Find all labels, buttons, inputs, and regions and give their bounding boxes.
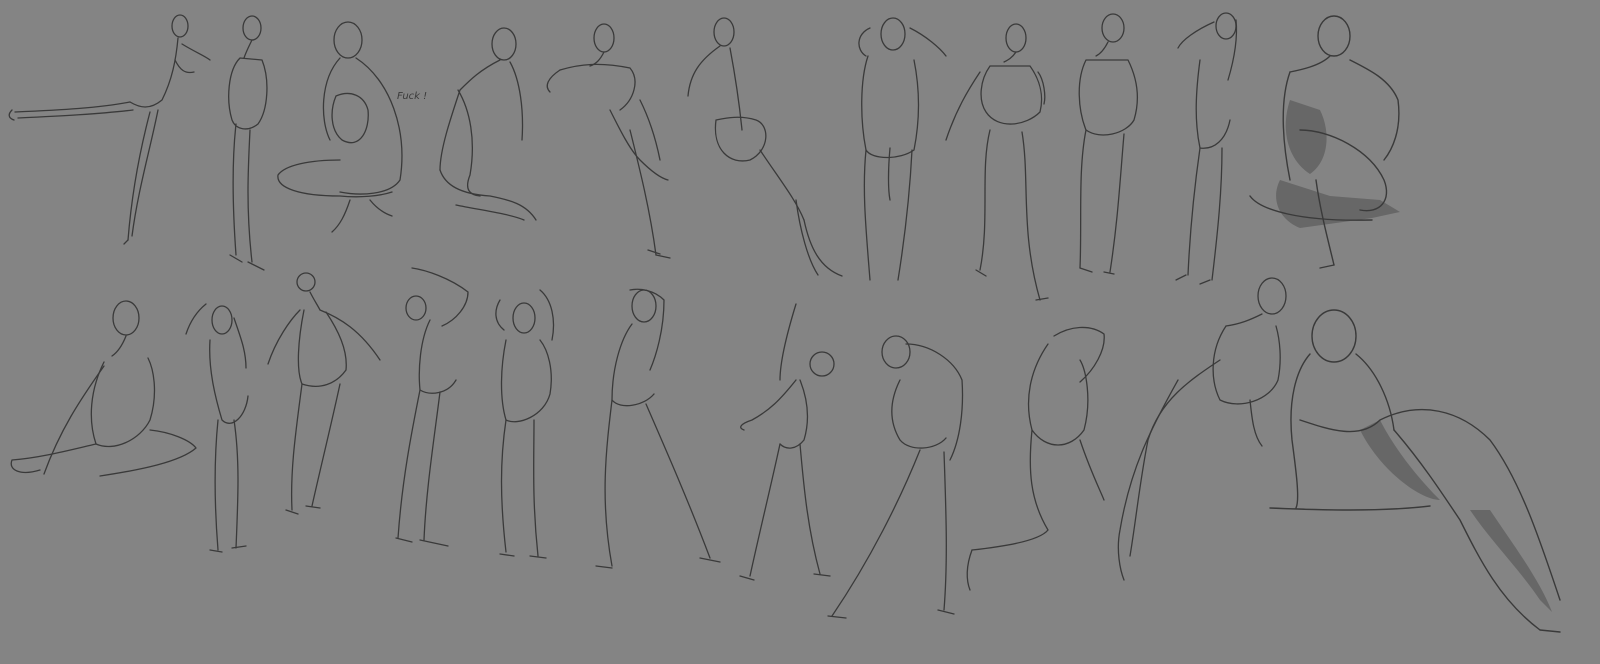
figure-sketch — [595, 288, 721, 569]
annotation-note: Fuck ! — [397, 91, 427, 102]
figure-sketch — [8, 14, 211, 245]
figure-sketch — [546, 23, 671, 259]
sketch-canvas: Fuck ! — [8, 12, 1561, 633]
figure-sketch — [739, 303, 835, 581]
figure-sketch — [858, 17, 947, 281]
figure-sketch — [966, 326, 1105, 591]
figure-sketch — [439, 27, 537, 221]
figure-sketch — [1269, 309, 1561, 633]
figure-sketch — [495, 289, 555, 559]
figure-sketch — [10, 300, 197, 477]
figure-sketch — [945, 23, 1049, 301]
figure-sketch — [1078, 13, 1139, 275]
figure-sketch — [277, 21, 403, 233]
figure-sketch — [1175, 12, 1238, 285]
figure-sketch — [1249, 15, 1400, 269]
figure-sketch — [687, 17, 843, 277]
figure-sketch — [395, 267, 469, 547]
figure-sketch — [827, 335, 964, 619]
figure-sketch — [267, 272, 381, 515]
figure-sketch — [1117, 277, 1287, 581]
figure-sketch — [228, 15, 268, 271]
figure-sketch — [185, 303, 249, 553]
